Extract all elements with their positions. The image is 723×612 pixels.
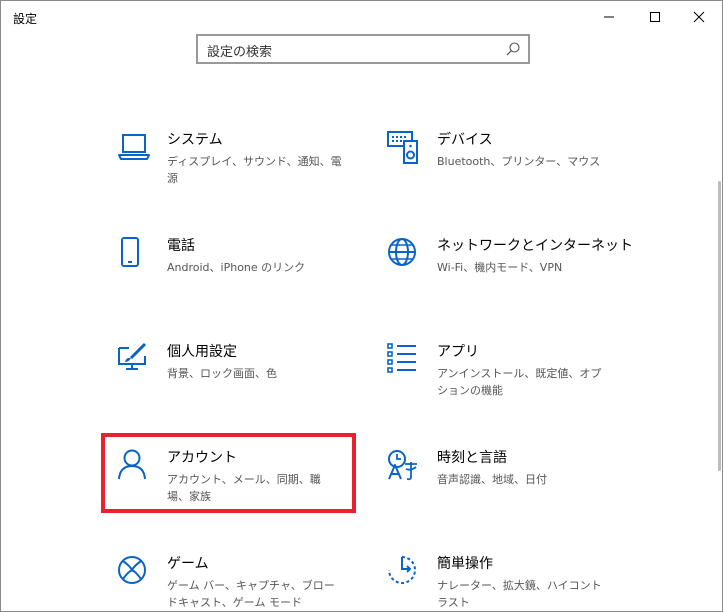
- laptop-icon: [117, 131, 153, 167]
- search-icon[interactable]: [505, 41, 521, 57]
- accounts-highlight-box: [101, 433, 356, 513]
- minimize-button[interactable]: [586, 1, 632, 33]
- tile-description: アンインストール、既定値、オプションの機能: [437, 367, 602, 397]
- scrollbar[interactable]: [718, 181, 721, 471]
- tile-description: ディスプレイ、サウンド、通知、電源: [167, 155, 342, 185]
- tile-ease-of-access[interactable]: 簡単操作 ナレーター、拡大鏡、ハイコントラスト: [387, 555, 637, 612]
- tile-devices[interactable]: デバイス Bluetooth、プリンター、マウス: [387, 131, 637, 211]
- tile-title: アプリ: [437, 344, 479, 360]
- tile-system[interactable]: システム ディスプレイ、サウンド、通知、電源: [117, 131, 367, 211]
- window-title: 設定: [13, 12, 38, 26]
- maximize-button[interactable]: [632, 1, 678, 33]
- settings-window: 設定 設定の検索 システム ディスプレイ、サウンド、通知、電源 デバイス Blu…: [0, 0, 723, 612]
- xbox-icon: [117, 555, 153, 591]
- minimize-icon: [604, 16, 614, 18]
- time-language-icon: [387, 449, 423, 485]
- tile-description: ナレーター、拡大鏡、ハイコントラスト: [437, 579, 602, 609]
- close-button[interactable]: [676, 1, 722, 33]
- tile-title: ネットワークとインターネット: [437, 238, 633, 254]
- tile-gaming[interactable]: ゲーム ゲーム バー、キャプチャ、ブロードキャスト、ゲーム モード: [117, 555, 367, 612]
- ease-of-access-icon: [387, 555, 423, 591]
- tile-title: 時刻と言語: [437, 450, 507, 466]
- tile-title: 電話: [167, 238, 195, 254]
- tile-description: 背景、ロック画面、色: [167, 367, 277, 380]
- devices-icon: [387, 131, 423, 167]
- tile-description: ゲーム バー、キャプチャ、ブロードキャスト、ゲーム モード: [167, 579, 335, 609]
- maximize-icon: [650, 12, 660, 22]
- tile-phone[interactable]: 電話 Android、iPhone のリンク: [117, 237, 367, 317]
- tile-title: システム: [167, 132, 223, 148]
- tile-description: 音声認識、地域、日付: [437, 473, 547, 486]
- tile-apps[interactable]: アプリ アンインストール、既定値、オプションの機能: [387, 343, 637, 423]
- tile-description: Android、iPhone のリンク: [167, 261, 306, 274]
- app-list-icon: [387, 343, 423, 379]
- close-icon: [693, 11, 705, 23]
- tile-title: 個人用設定: [167, 344, 237, 360]
- tile-title: 簡単操作: [437, 556, 493, 572]
- tile-network[interactable]: ネットワークとインターネット Wi-Fi、機内モード、VPN: [387, 237, 637, 317]
- globe-icon: [387, 237, 423, 273]
- phone-icon: [117, 237, 153, 273]
- paintbrush-icon: [117, 343, 153, 379]
- tile-title: ゲーム: [167, 556, 209, 572]
- search-placeholder: 設定の検索: [207, 45, 273, 60]
- tile-description: Bluetooth、プリンター、マウス: [437, 155, 601, 168]
- tile-personalization[interactable]: 個人用設定 背景、ロック画面、色: [117, 343, 367, 423]
- tile-description: Wi-Fi、機内モード、VPN: [437, 261, 563, 274]
- title-bar: 設定: [1, 1, 722, 33]
- tile-time-language[interactable]: 時刻と言語 音声認識、地域、日付: [387, 449, 637, 529]
- tile-title: デバイス: [437, 132, 493, 148]
- search-input[interactable]: 設定の検索: [196, 34, 530, 64]
